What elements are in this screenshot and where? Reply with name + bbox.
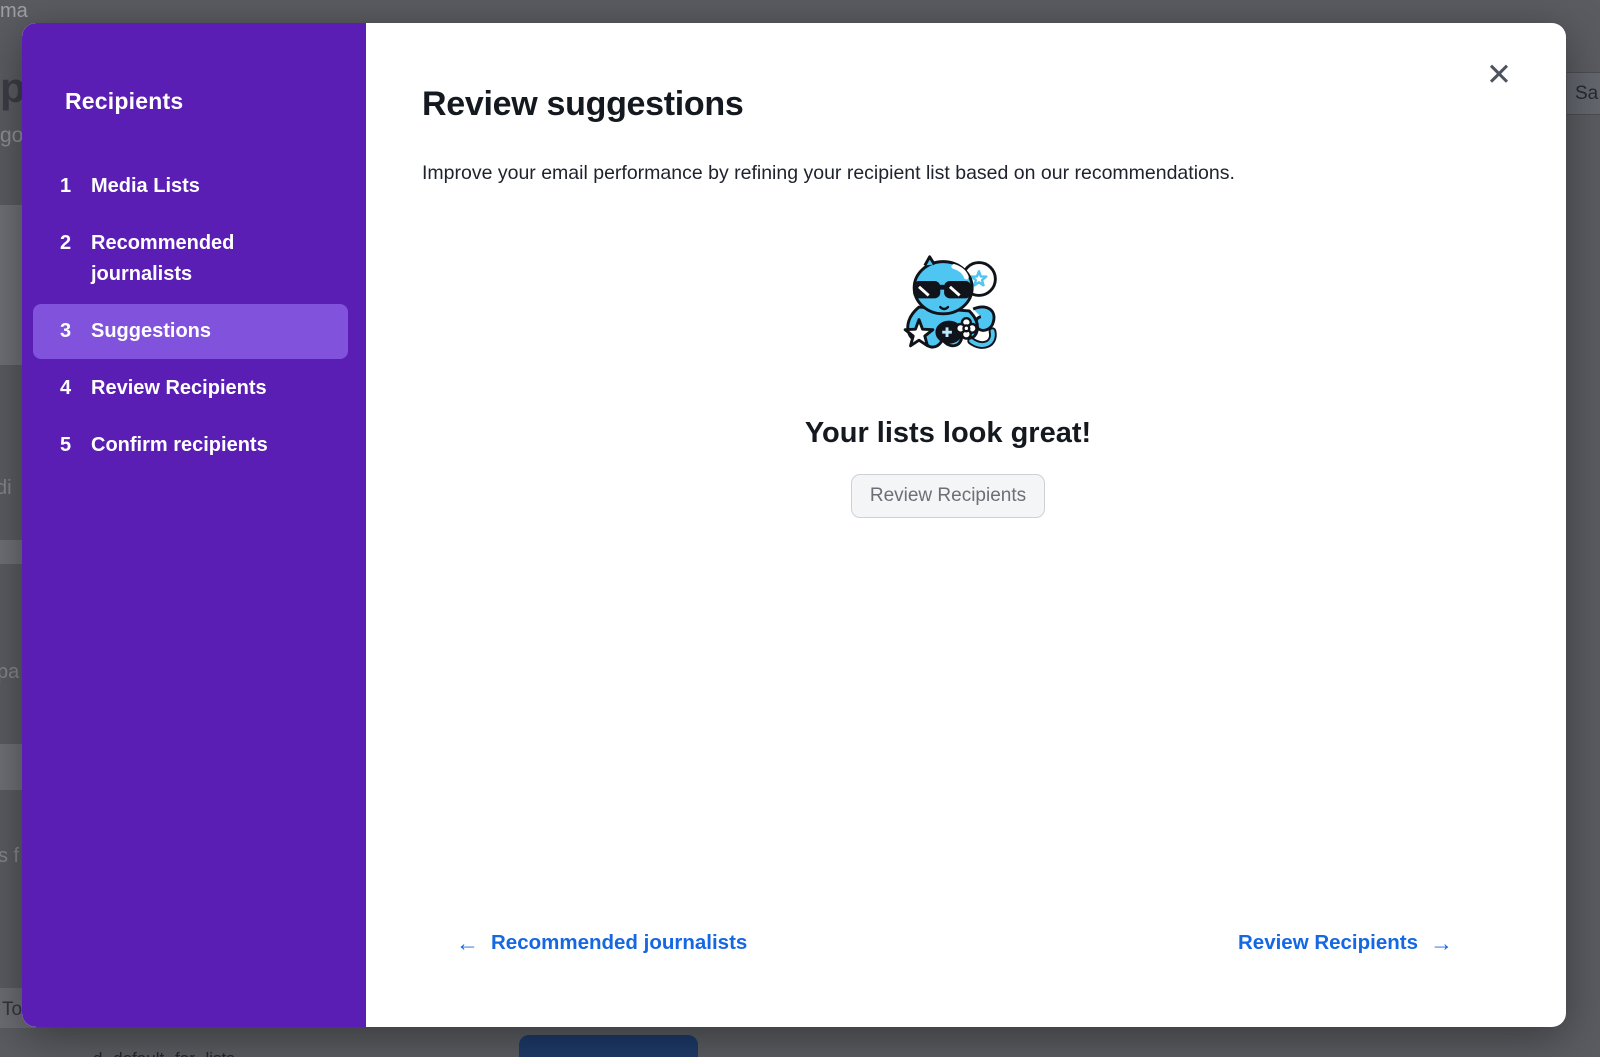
wizard-content: ✕ Review suggestions Improve your email … xyxy=(366,23,1566,1027)
empty-state-heading: Your lists look great! xyxy=(805,417,1091,450)
arrow-right-icon: → xyxy=(1430,932,1453,955)
recipients-wizard-modal: Recipients 1 Media Lists 2 Recommended j… xyxy=(22,23,1566,1027)
background-row xyxy=(0,205,22,365)
step-label: Media Lists xyxy=(91,171,200,202)
background-primary-button xyxy=(519,1035,698,1057)
sidebar-title: Recipients xyxy=(65,88,366,115)
wizard-sidebar: Recipients 1 Media Lists 2 Recommended j… xyxy=(22,23,366,1027)
page-title: Review suggestions xyxy=(422,85,743,124)
back-link-label: Recommended journalists xyxy=(491,931,747,955)
step-number: 3 xyxy=(60,316,75,347)
wizard-step-list: 1 Media Lists 2 Recommended journalists … xyxy=(22,159,366,473)
step-review-recipients[interactable]: 4 Review Recipients xyxy=(33,361,348,416)
background-text-fragment: go xyxy=(0,124,23,148)
background-text-fragment: d default for lists xyxy=(93,1049,235,1057)
next-link[interactable]: Review Recipients → xyxy=(1238,931,1453,955)
step-confirm-recipients[interactable]: 5 Confirm recipients xyxy=(33,418,348,473)
step-number: 4 xyxy=(60,373,75,404)
step-recommended-journalists[interactable]: 2 Recommended journalists xyxy=(33,216,348,302)
back-link[interactable]: ← Recommended journalists xyxy=(456,931,747,955)
suggestions-empty-state: Your lists look great! Review Recipients xyxy=(366,251,1530,518)
background-text-fragment: pa xyxy=(0,661,19,684)
step-media-lists[interactable]: 1 Media Lists xyxy=(33,159,348,214)
page-description: Improve your email performance by refini… xyxy=(422,162,1235,185)
next-link-label: Review Recipients xyxy=(1238,931,1418,955)
step-number: 5 xyxy=(60,430,75,461)
step-label: Review Recipients xyxy=(91,373,267,404)
step-label: Suggestions xyxy=(91,316,211,347)
background-text-fragment: di xyxy=(0,477,12,500)
background-text-fragment: ma xyxy=(0,0,28,23)
arrow-left-icon: ← xyxy=(456,932,479,955)
background-text-fragment: To xyxy=(2,999,22,1021)
background-save-button: Sa xyxy=(1567,72,1600,115)
close-icon[interactable]: ✕ xyxy=(1486,59,1512,90)
step-suggestions-active[interactable]: 3 Suggestions xyxy=(33,304,348,359)
review-recipients-button[interactable]: Review Recipients xyxy=(851,474,1045,518)
step-label: Recommended journalists xyxy=(91,228,334,290)
step-label: Confirm recipients xyxy=(91,430,268,461)
background-text-fragment: s f xyxy=(0,845,19,868)
octopus-mascot-icon xyxy=(890,251,1006,367)
background-row xyxy=(0,744,22,790)
screen: ma pa go di pa s f To Sa d default for l… xyxy=(0,0,1600,1057)
background-row xyxy=(0,540,22,564)
step-number: 1 xyxy=(60,171,75,202)
wizard-footer: ← Recommended journalists Review Recipie… xyxy=(422,931,1510,955)
step-number: 2 xyxy=(60,228,75,290)
